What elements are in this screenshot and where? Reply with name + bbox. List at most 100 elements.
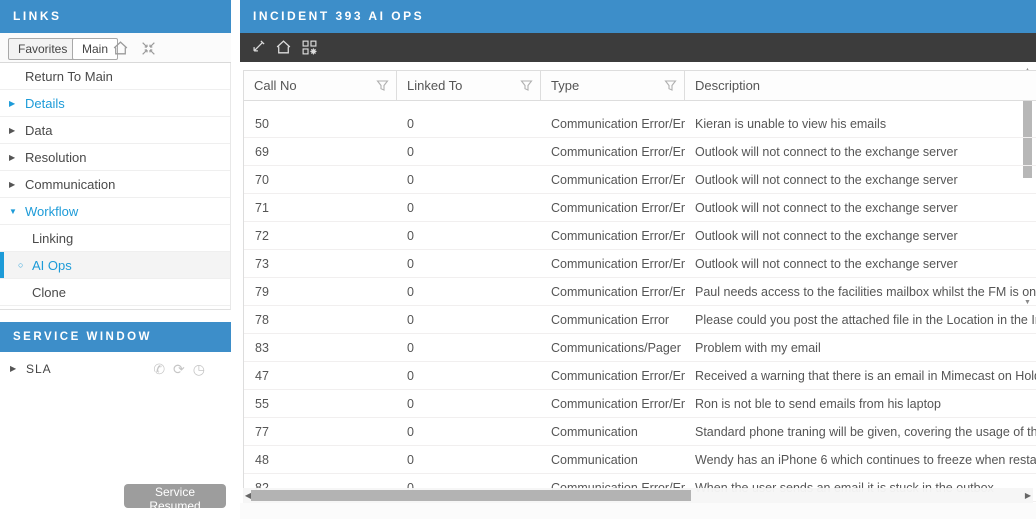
cell-call-no: 79 — [244, 278, 397, 306]
filter-icon[interactable] — [664, 79, 677, 92]
cell-call-no: 50 — [244, 110, 397, 138]
chevron-right-icon[interactable]: ▶ — [9, 117, 23, 144]
cell-description: Paul needs access to the facilities mail… — [685, 278, 1036, 306]
compress-icon[interactable] — [140, 40, 157, 57]
filter-icon[interactable] — [376, 79, 389, 92]
table-row[interactable]: 470Communication Error/EmailReceived a w… — [244, 362, 1036, 390]
cell-call-no: 77 — [244, 418, 397, 446]
cell-call-no: 83 — [244, 334, 397, 362]
table-row[interactable]: 700Communication Error/EmailOutlook will… — [244, 166, 1036, 194]
table-row[interactable]: 720Communication Error/EmailOutlook will… — [244, 222, 1036, 250]
cell-description: Outlook will not connect to the exchange… — [685, 166, 1036, 194]
sidebar-item-data[interactable]: ▶Data — [0, 117, 230, 144]
cell-type: Communication — [541, 446, 685, 474]
sidebar-item-resolution[interactable]: ▶Resolution — [0, 144, 230, 171]
sla-row[interactable]: ▶ SLA ✆ ⟳ ◷ — [0, 358, 231, 382]
widgets-icon[interactable] — [301, 39, 318, 56]
column-label: Call No — [254, 78, 297, 93]
table-header-row: Call No Linked To TypeDescription — [244, 70, 1036, 101]
chevron-right-icon[interactable]: ▶ — [9, 171, 23, 198]
home-icon[interactable] — [112, 40, 129, 57]
cell-type: Communication Error/Email — [541, 194, 685, 222]
cell-description: Outlook will not connect to the exchange… — [685, 250, 1036, 278]
chevron-down-icon[interactable]: ▼ — [9, 198, 23, 225]
home-icon[interactable] — [275, 39, 292, 56]
cell-description: Outlook will not connect to the exchange… — [685, 222, 1036, 250]
cell-call-no: 69 — [244, 138, 397, 166]
collapse-icon[interactable] — [249, 39, 266, 56]
sidebar-item-label: AI Ops — [32, 258, 72, 273]
cell-description: Outlook will not connect to the exchange… — [685, 138, 1036, 166]
table-row[interactable]: 690Communication Error/EmailOutlook will… — [244, 138, 1036, 166]
table-row[interactable]: 730Communication Error/EmailOutlook will… — [244, 250, 1036, 278]
cell-linked-to: 0 — [397, 166, 541, 194]
table-row[interactable]: 770CommunicationStandard phone traning w… — [244, 418, 1036, 446]
service-window-body: ▶ SLA ✆ ⟳ ◷ — [0, 352, 231, 483]
chevron-right-icon[interactable]: ▶ — [9, 144, 23, 171]
cell-type: Communication Error/Email — [541, 166, 685, 194]
cell-type: Communications/Pager — [541, 334, 685, 362]
horizontal-scrollbar[interactable]: ◀ ▶ — [243, 488, 1033, 503]
horizontal-scrollbar-thumb[interactable] — [251, 490, 691, 501]
chevron-right-icon[interactable]: ▶ — [9, 90, 23, 117]
sidebar-item-label: Details — [25, 96, 65, 111]
table-row[interactable]: 780Communication ErrorPlease could you p… — [244, 306, 1036, 334]
scroll-right-arrow-icon[interactable]: ▶ — [1023, 488, 1033, 503]
refresh-icon[interactable]: ⟳ — [173, 361, 186, 378]
sidebar-item-label: Resolution — [25, 150, 86, 165]
column-header-linked-to[interactable]: Linked To — [397, 71, 541, 101]
cell-call-no: 55 — [244, 390, 397, 418]
cell-linked-to: 0 — [397, 194, 541, 222]
cell-description: Kieran is unable to view his emails — [685, 110, 1036, 138]
cell-type: Communication — [541, 418, 685, 446]
service-window-title: SERVICE WINDOW — [13, 331, 152, 343]
cell-linked-to: 0 — [397, 250, 541, 278]
tab-favorites[interactable]: Favorites — [8, 38, 77, 60]
table-body: 500Communication Error/EmailKieran is un… — [244, 110, 1036, 503]
cell-call-no: 73 — [244, 250, 397, 278]
sidebar-item-ai-ops[interactable]: ○AI Ops — [0, 252, 230, 279]
filter-icon[interactable] — [520, 79, 533, 92]
sidebar-item-return-to-main[interactable]: Return To Main — [0, 63, 230, 90]
sidebar-item-linking[interactable]: Linking — [0, 225, 230, 252]
links-title: LINKS — [13, 9, 62, 23]
sidebar-item-workflow[interactable]: ▼Workflow — [0, 198, 230, 225]
column-header-description[interactable]: Description — [685, 71, 1036, 101]
phone-icon[interactable]: ✆ — [153, 361, 166, 378]
service-resumed-button[interactable]: Service Resumed — [124, 484, 226, 508]
sidebar-item-details[interactable]: ▶Details — [0, 90, 230, 117]
sidebar-item-clone[interactable]: Clone — [0, 279, 230, 306]
cell-linked-to: 0 — [397, 110, 541, 138]
cell-linked-to: 0 — [397, 278, 541, 306]
cell-call-no: 47 — [244, 362, 397, 390]
cell-type: Communication Error/Email — [541, 222, 685, 250]
column-label: Linked To — [407, 78, 462, 93]
cell-call-no: 78 — [244, 306, 397, 334]
column-header-call-no[interactable]: Call No — [244, 71, 397, 101]
table-footer-strip — [240, 503, 1036, 519]
cell-type: Communication Error/Email — [541, 250, 685, 278]
cell-description: Received a warning that there is an emai… — [685, 362, 1036, 390]
cell-call-no: 71 — [244, 194, 397, 222]
cell-description: Problem with my email — [685, 334, 1036, 362]
table-row[interactable]: 790Communication Error/EmailPaul needs a… — [244, 278, 1036, 306]
circle-bullet-icon[interactable]: ○ — [18, 252, 32, 279]
column-header-type[interactable]: Type — [541, 71, 685, 101]
clock-icon[interactable]: ◷ — [193, 361, 206, 378]
linked-calls-table: Call NoLinked ToTypeDescription 500Commu… — [243, 70, 1036, 503]
cell-description: Ron is not ble to send emails from his l… — [685, 390, 1036, 418]
cell-linked-to: 0 — [397, 390, 541, 418]
table-row[interactable]: 830Communications/PagerProblem with my e… — [244, 334, 1036, 362]
cell-type: Communication Error/Email — [541, 278, 685, 306]
sidebar-item-communication[interactable]: ▶Communication — [0, 171, 230, 198]
cell-linked-to: 0 — [397, 306, 541, 334]
table-row[interactable]: 480CommunicationWendy has an iPhone 6 wh… — [244, 446, 1036, 474]
table-row[interactable]: 500Communication Error/EmailKieran is un… — [244, 110, 1036, 138]
incident-title: INCIDENT 393 AI OPS — [253, 9, 424, 23]
links-tree: Return To Main▶Details▶Data▶Resolution▶C… — [0, 63, 231, 310]
cell-description: Outlook will not connect to the exchange… — [685, 194, 1036, 222]
table-row[interactable]: 710Communication Error/EmailOutlook will… — [244, 194, 1036, 222]
cell-type: Communication Error/Email — [541, 138, 685, 166]
table-row[interactable]: 550Communication Error/EmailRon is not b… — [244, 390, 1036, 418]
main-toolbar — [240, 33, 1036, 62]
